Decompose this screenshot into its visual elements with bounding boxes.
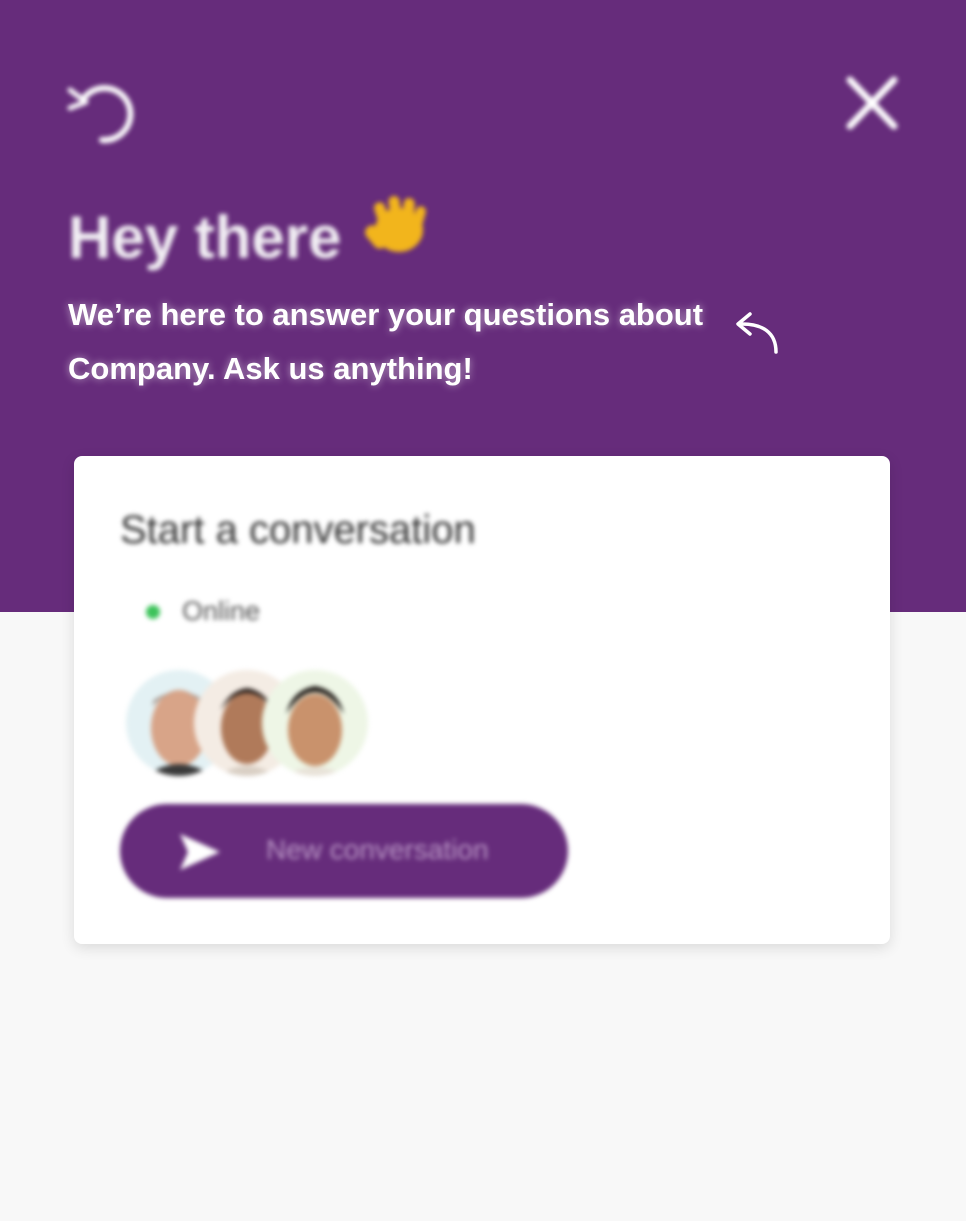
send-icon [180,834,220,870]
new-conversation-label: New conversation [266,834,489,865]
reply-arrow-icon [736,312,778,354]
wave-emoji-icon [363,190,433,272]
online-dot-icon [146,604,160,619]
agent-avatar-3 [262,670,368,776]
start-conversation-card: Start a conversation Online New conversa… [74,456,890,944]
restart-button[interactable] [62,76,138,146]
restart-icon [67,85,134,144]
online-status: Online [146,596,260,627]
chat-widget: Hey there We’re here to answer your ques… [0,0,966,1221]
card-title: Start a conversation [120,508,476,552]
status-label: Online [182,596,261,626]
greeting-text: Hey there [68,204,342,271]
agent-avatars [126,670,368,780]
new-conversation-button[interactable]: New conversation [120,804,568,898]
greeting-heading: Hey there [68,190,433,272]
close-icon [846,76,898,130]
close-button[interactable] [838,70,906,138]
intro-text: We’re here to answer your questions abou… [68,297,704,386]
